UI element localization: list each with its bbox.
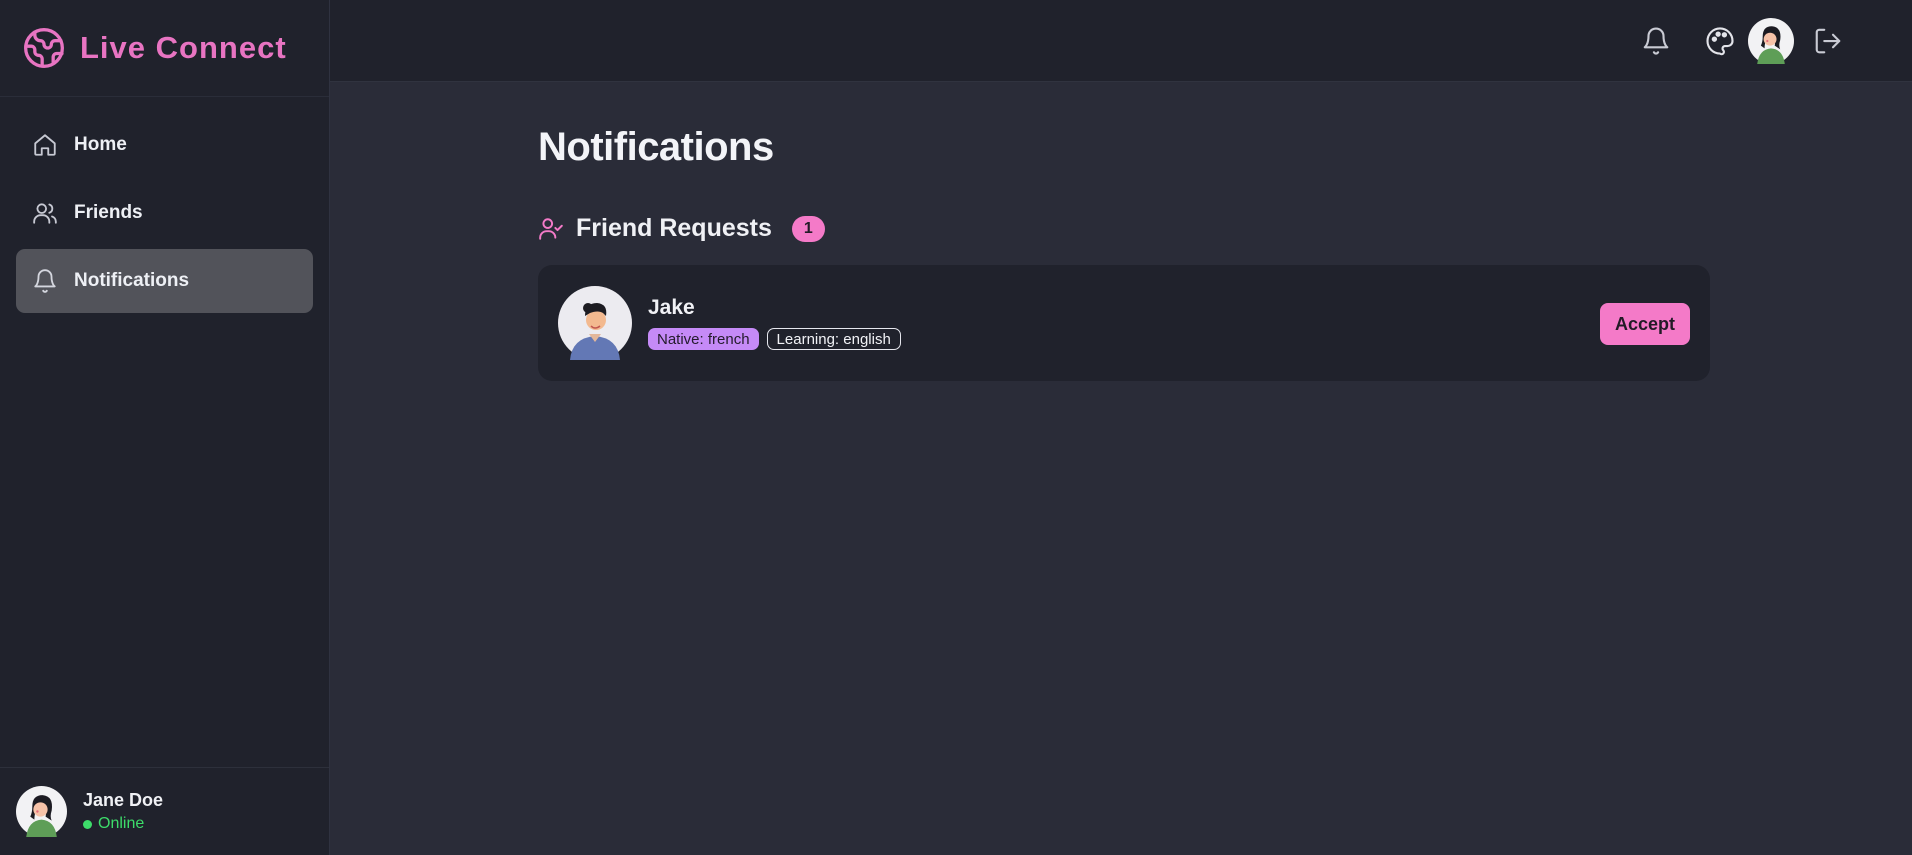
online-dot-icon bbox=[83, 819, 92, 829]
home-icon bbox=[34, 134, 56, 156]
bell-icon bbox=[1643, 27, 1669, 55]
notifications-content: Notifications Friend Requests 1 Jake Nat… bbox=[330, 82, 1912, 381]
sidebar-item-label: Home bbox=[74, 134, 127, 155]
theme-button[interactable] bbox=[1702, 23, 1738, 59]
palette-icon bbox=[1706, 26, 1734, 55]
friend-request-card: Jake Native: french Learning: english Ac… bbox=[538, 265, 1710, 381]
avatar bbox=[558, 286, 632, 360]
accept-button[interactable]: Accept bbox=[1600, 303, 1690, 345]
bell-icon bbox=[34, 269, 56, 293]
sidebar-item-label: Notifications bbox=[74, 270, 190, 291]
logout-icon bbox=[1815, 28, 1841, 53]
user-check-icon bbox=[539, 217, 563, 240]
request-info: Jake Native: french Learning: english bbox=[648, 296, 909, 350]
native-language-tag: Native: french bbox=[648, 328, 759, 350]
sidebar-item-home[interactable]: Home bbox=[16, 113, 313, 177]
avatar bbox=[16, 786, 67, 837]
requester-name: Jake bbox=[648, 296, 695, 319]
friend-requests-header: Friend Requests 1 bbox=[538, 214, 1912, 243]
request-count-badge: 1 bbox=[791, 215, 825, 242]
top-bar bbox=[330, 0, 1912, 82]
learning-language-tag: Learning: english bbox=[766, 328, 901, 350]
page-title: Notifications bbox=[538, 125, 774, 169]
language-tags: Native: french Learning: english bbox=[648, 328, 909, 350]
sidebar-item-label: Friends bbox=[74, 202, 143, 223]
logout-button[interactable] bbox=[1810, 23, 1846, 59]
app-root: Live Connect Home Friends Notifications … bbox=[0, 0, 1912, 855]
status-label: Online bbox=[98, 815, 145, 832]
app-title: Live Connect bbox=[80, 30, 287, 65]
sidebar: Live Connect Home Friends Notifications … bbox=[0, 0, 330, 855]
online-status: Online bbox=[83, 815, 163, 833]
user-name: Jane Doe bbox=[83, 790, 164, 810]
notifications-button[interactable] bbox=[1638, 23, 1674, 59]
section-title: Friend Requests bbox=[576, 214, 772, 242]
sidebar-item-notifications[interactable]: Notifications bbox=[16, 249, 313, 313]
sidebar-item-friends[interactable]: Friends bbox=[16, 181, 313, 245]
sidebar-nav: Home Friends Notifications bbox=[0, 97, 329, 317]
globe-icon bbox=[24, 28, 64, 68]
users-icon bbox=[33, 203, 57, 224]
main-area: Notifications Friend Requests 1 Jake Nat… bbox=[330, 0, 1912, 855]
profile-avatar[interactable] bbox=[1748, 17, 1794, 64]
sidebar-user-card[interactable]: Jane Doe Online bbox=[0, 767, 329, 855]
brand[interactable]: Live Connect bbox=[0, 0, 329, 97]
